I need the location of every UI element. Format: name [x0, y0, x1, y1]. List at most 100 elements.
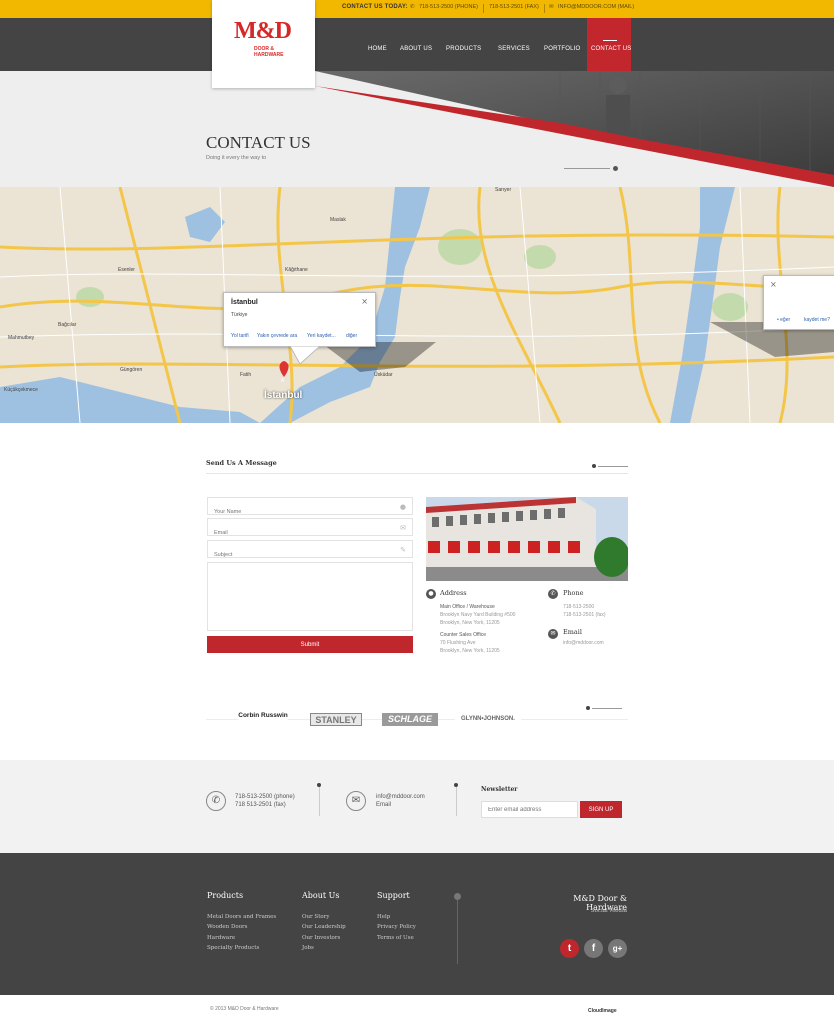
footer-link[interactable]: Jobs [302, 945, 314, 951]
email-input[interactable] [208, 525, 412, 541]
footer-link[interactable]: Privacy Policy [377, 924, 416, 930]
logo[interactable]: M&D DOOR & HARDWARE [212, 0, 315, 88]
twitter-icon[interactable]: t [560, 939, 579, 958]
address-line: 70 Flushing Ave [440, 640, 476, 646]
nav-about[interactable]: ABOUT US [400, 46, 432, 52]
popup-link[interactable]: • eğer [777, 317, 790, 323]
nav-products[interactable]: PRODUCTS [446, 46, 481, 52]
band-phone-line[interactable]: 718-513-2500 (phone) [235, 793, 295, 801]
signup-button[interactable]: SIGN UP [580, 801, 622, 818]
email-value[interactable]: info@mddoor.com [563, 639, 604, 647]
name-field[interactable]: ● [207, 497, 413, 520]
map[interactable]: A İstanbul Esenler Bağcılar Mahmutbey Kü… [0, 187, 834, 423]
topbar-phone[interactable]: 718-513-2500 (PHONE) [419, 4, 478, 10]
divider-dot [586, 706, 590, 710]
map-marker[interactable]: A [281, 378, 284, 384]
divider-dot [613, 166, 618, 171]
submit-button[interactable]: Submit [207, 636, 413, 653]
nav-services[interactable]: SERVICES [498, 46, 530, 52]
divider [564, 168, 610, 169]
divider [592, 708, 622, 709]
subject-field[interactable]: ✎ [207, 540, 413, 563]
close-icon[interactable]: × [770, 280, 777, 289]
divider [319, 786, 320, 816]
map-place: Küçükçekmece [4, 387, 38, 393]
topbar-fax[interactable]: 718-513-2501 (FAX) [489, 4, 539, 10]
nav-active-highlight [587, 18, 631, 71]
band-email: info@mddoor.com Email [376, 793, 425, 809]
divider-dot [454, 783, 458, 787]
footer-link[interactable]: Metal Doors and Frames [207, 914, 276, 920]
popup-tail [290, 346, 320, 364]
popup-link[interactable]: kaydet me? [804, 317, 830, 323]
footer-link[interactable]: Our Story [302, 914, 329, 920]
divider [598, 466, 628, 467]
nav-home[interactable]: HOME [368, 46, 387, 52]
footer-link[interactable]: Our Investors [302, 935, 340, 941]
map-place: Mahmutbey [8, 335, 35, 341]
fax-number[interactable]: 718-513-2501 (fax) [563, 611, 606, 619]
band-email-address[interactable]: info@mddoor.com [376, 793, 425, 801]
address-label: Main Office / Warehouse [440, 604, 495, 610]
newsletter-email-input[interactable] [481, 801, 578, 818]
subject-input[interactable] [208, 547, 412, 563]
brand-corbin-russwin[interactable]: Corbin Russwin [238, 712, 288, 720]
google-plus-icon[interactable]: g+ [608, 939, 627, 958]
chat-icon: ✎ [400, 546, 406, 554]
address-line: Brooklyn Navy Yard Building #500 [440, 612, 516, 618]
map-place: Fatih [240, 372, 252, 378]
popup-link-directions[interactable]: Yol tarifi [231, 333, 249, 339]
band-phone: 718-513-2500 (phone) 718 513-2501 (fax) [235, 793, 295, 809]
page-title: CONTACT US [206, 133, 311, 152]
footer-link[interactable]: Terms of Use [377, 935, 414, 941]
footer-link[interactable]: Specialty Products [207, 945, 259, 951]
contact-label: CONTACT US TODAY: [342, 4, 408, 10]
map-canvas [0, 187, 834, 423]
phone-icon: ✆ [548, 589, 558, 599]
nav-contact[interactable]: CONTACT US [591, 46, 631, 52]
hero-banner: CONTACT US Doing it every the way to [0, 71, 834, 187]
phone-heading: Phone [563, 589, 584, 597]
message-textarea[interactable] [207, 562, 413, 631]
footer-link[interactable]: Hardware [207, 935, 235, 941]
facebook-icon[interactable]: f [584, 939, 603, 958]
popup-link-nearby[interactable]: Yakın çevrede ara [257, 333, 297, 339]
divider-dot [317, 783, 321, 787]
logo-mark: M&D [234, 18, 292, 44]
band-fax-line[interactable]: 718 513-2501 (fax) [235, 801, 295, 809]
address-line: Brooklyn, New York, 11205 [440, 620, 500, 626]
phone-values: 718-513-2500 718-513-2501 (fax) [563, 603, 606, 619]
phone-icon: ✆ [410, 4, 415, 10]
map-info-popup-partial: × • eğer kaydet me? [763, 275, 834, 330]
phone-icon: ✆ [206, 791, 226, 811]
brand-stanley[interactable]: STANLEY [310, 713, 362, 726]
popup-link-more[interactable]: diğer [346, 333, 357, 339]
brand-schlage[interactable]: SCHLAGE [382, 713, 438, 726]
envelope-icon: ✉ [346, 791, 366, 811]
close-icon[interactable]: × [361, 297, 368, 306]
divider [206, 473, 628, 474]
hero-graphic [315, 71, 834, 187]
brand-glynn-johnson[interactable]: GLYNN•JOHNSON. [455, 716, 521, 722]
footer [0, 853, 834, 995]
map-info-popup: İstanbul × Türkiye Yol tarifi Yakın çevr… [223, 292, 376, 347]
designer-credit[interactable]: CloudImage [588, 1008, 617, 1014]
footer-link[interactable]: Help [377, 914, 390, 920]
envelope-icon: ✉ [400, 524, 406, 532]
popup-link-save[interactable]: Yeri kaydet... [307, 333, 336, 339]
copyright: © 2013 M&D Door & Hardware [210, 1006, 279, 1012]
header [0, 18, 834, 71]
envelope-icon: ✉ [548, 629, 558, 639]
band-email-label: Email [376, 802, 392, 808]
phone-number[interactable]: 718-513-2500 [563, 603, 606, 611]
nav-portfolio[interactable]: PORTFOLIO [544, 46, 580, 52]
footer-link[interactable]: Our Leadership [302, 924, 346, 930]
popup-subtitle: Türkiye [231, 312, 248, 318]
logo-subtitle: DOOR & HARDWARE [254, 46, 284, 58]
address-heading: Address [440, 589, 467, 597]
email-field[interactable]: ✉ [207, 518, 413, 541]
topbar-mail[interactable]: INFO@MDDOOR.COM (MAIL) [558, 4, 634, 10]
divider [544, 4, 545, 13]
map-place: Maslak [330, 217, 346, 223]
footer-link[interactable]: Wooden Doors [207, 924, 247, 930]
